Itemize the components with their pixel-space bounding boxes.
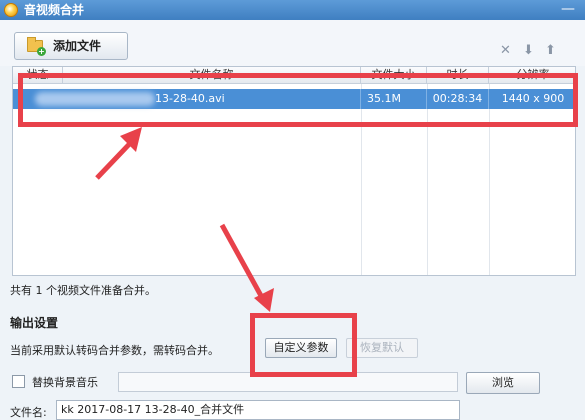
arrow-to-row <box>95 127 142 180</box>
arrow-to-button <box>219 223 274 312</box>
annotation-arrows <box>95 127 274 312</box>
